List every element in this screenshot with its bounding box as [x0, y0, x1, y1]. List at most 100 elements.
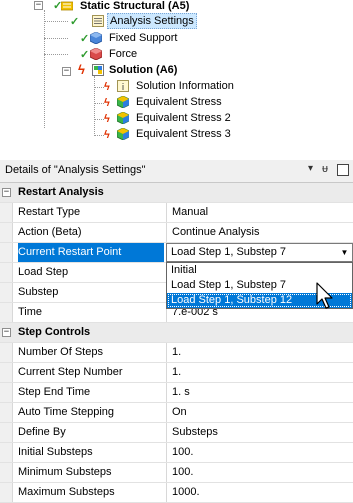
check-icon: ✓ — [70, 16, 80, 28]
row-restart-type[interactable]: Restart Type Manual — [0, 203, 353, 223]
tree-item-equivalent-stress-3[interactable]: Equivalent Stress 3 — [134, 126, 233, 142]
property-label: Step End Time — [18, 386, 91, 398]
collapse-icon[interactable]: − — [2, 188, 11, 197]
tree-item-solution-information[interactable]: Solution Information — [134, 78, 236, 94]
chevron-down-icon[interactable]: ▼ — [337, 244, 352, 261]
tree-item-solution[interactable]: Solution (A6) — [107, 62, 179, 78]
restart-point-select[interactable]: Load Step 1, Substep 7 ▼ — [166, 243, 353, 262]
tree-item-fixed-support[interactable]: Fixed Support — [107, 30, 179, 46]
tree-item-label: Static Structural (A5) — [80, 0, 190, 12]
property-value[interactable]: Manual — [166, 203, 353, 222]
collapse-icon[interactable]: − — [2, 328, 11, 337]
row-define-by[interactable]: Define By Substeps — [0, 423, 353, 443]
details-title: Details of "Analysis Settings" — [5, 164, 146, 176]
dropdown-option[interactable]: Initial — [167, 263, 352, 278]
tree-connector — [44, 38, 68, 39]
section-step-controls[interactable]: − Step Controls — [0, 323, 353, 343]
tree-item-label: Equivalent Stress 3 — [136, 128, 231, 140]
row-current-restart-point[interactable]: Current Restart Point Load Step 1, Subst… — [0, 243, 353, 263]
tree-item-label: Analysis Settings — [107, 13, 197, 29]
force-icon — [90, 48, 102, 60]
tree-item-label: Force — [109, 48, 138, 60]
tree-connector — [94, 87, 104, 88]
tree-connector — [44, 54, 68, 55]
property-value[interactable]: On — [166, 403, 353, 422]
tree-item-static-structural[interactable]: Static Structural (A5) — [78, 0, 191, 14]
property-label: Current Restart Point — [18, 243, 164, 262]
tree-connector — [44, 21, 68, 22]
lightning-icon: ϟ — [104, 113, 110, 125]
row-gutter — [0, 403, 13, 422]
details-pane: Details of "Analysis Settings" ▾ ᵾ − Res… — [0, 160, 353, 503]
section-restart-analysis[interactable]: − Restart Analysis — [0, 183, 353, 203]
property-label: Minimum Substeps — [18, 466, 112, 478]
row-gutter — [0, 383, 13, 402]
row-minimum-substeps[interactable]: Minimum Substeps 100. — [0, 463, 353, 483]
fixed-support-icon — [90, 32, 102, 44]
row-gutter — [0, 423, 13, 442]
row-gutter — [0, 303, 13, 322]
tree-item-force[interactable]: Force — [107, 46, 139, 62]
row-gutter — [0, 343, 13, 362]
row-gutter — [0, 283, 13, 302]
property-label: Auto Time Stepping — [18, 406, 115, 418]
pin-icon[interactable]: ᵾ — [322, 163, 328, 175]
row-gutter — [0, 363, 13, 382]
lightning-icon: ϟ — [104, 129, 110, 141]
property-value[interactable]: 1000. — [166, 483, 353, 502]
row-current-step-number[interactable]: Current Step Number 1. — [0, 363, 353, 383]
analysis-settings-icon — [92, 15, 104, 27]
property-label: Initial Substeps — [18, 446, 93, 458]
tree-item-analysis-settings[interactable]: Analysis Settings — [107, 13, 197, 29]
row-initial-substeps[interactable]: Initial Substeps 100. — [0, 443, 353, 463]
section-label: Restart Analysis — [18, 186, 104, 198]
tree-item-label: Solution Information — [136, 80, 234, 92]
property-label: Time — [18, 306, 43, 318]
row-gutter: − — [0, 323, 12, 342]
row-gutter — [0, 243, 13, 262]
property-label: Load Step — [18, 266, 69, 278]
tree-connector — [94, 135, 104, 136]
row-step-end-time[interactable]: Step End Time 1. s — [0, 383, 353, 403]
lightning-icon: ϟ — [78, 62, 85, 77]
property-label: Define By — [18, 426, 66, 438]
outline-tree: − ✓ Static Structural (A5) ✓ Analysis Se… — [0, 0, 353, 150]
row-gutter — [0, 483, 13, 502]
tree-item-label: Equivalent Stress — [136, 96, 222, 108]
tree-connector — [44, 10, 45, 128]
tree-item-label: Equivalent Stress 2 — [136, 112, 231, 124]
collapse-icon[interactable]: − — [34, 1, 43, 10]
row-number-of-steps[interactable]: Number Of Steps 1. — [0, 343, 353, 363]
property-value[interactable]: 100. — [166, 463, 353, 482]
property-value[interactable]: 1. — [166, 343, 353, 362]
row-maximum-substeps[interactable]: Maximum Substeps 1000. — [0, 483, 353, 503]
row-auto-time-stepping[interactable]: Auto Time Stepping On — [0, 403, 353, 423]
tree-item-equivalent-stress[interactable]: Equivalent Stress — [134, 94, 224, 110]
dropdown-menu-icon[interactable]: ▾ — [308, 163, 313, 174]
row-gutter — [0, 223, 13, 242]
lightning-icon: ϟ — [104, 81, 110, 93]
property-label: Current Step Number — [18, 366, 123, 378]
property-value[interactable]: 1. s — [166, 383, 353, 402]
property-value[interactable]: Continue Analysis — [166, 223, 353, 242]
tree-connector — [94, 76, 95, 134]
property-value[interactable]: 100. — [166, 443, 353, 462]
equivalent-stress-icon — [117, 96, 129, 108]
tree-connector — [94, 103, 104, 104]
collapse-icon[interactable]: − — [62, 67, 71, 76]
property-label: Action (Beta) — [18, 226, 82, 238]
close-icon[interactable] — [337, 164, 349, 176]
row-gutter: − — [0, 183, 12, 202]
select-value: Load Step 1, Substep 7 — [171, 246, 286, 258]
static-structural-icon — [61, 1, 73, 11]
row-action[interactable]: Action (Beta) Continue Analysis — [0, 223, 353, 243]
solution-icon — [92, 64, 104, 76]
property-label: Maximum Substeps — [18, 486, 115, 498]
equivalent-stress-icon — [117, 128, 129, 140]
property-value[interactable]: Substeps — [166, 423, 353, 442]
property-value[interactable]: 1. — [166, 363, 353, 382]
row-gutter — [0, 203, 13, 222]
tree-item-equivalent-stress-2[interactable]: Equivalent Stress 2 — [134, 110, 233, 126]
property-label: Number Of Steps — [18, 346, 103, 358]
tree-item-label: Solution (A6) — [109, 64, 178, 76]
